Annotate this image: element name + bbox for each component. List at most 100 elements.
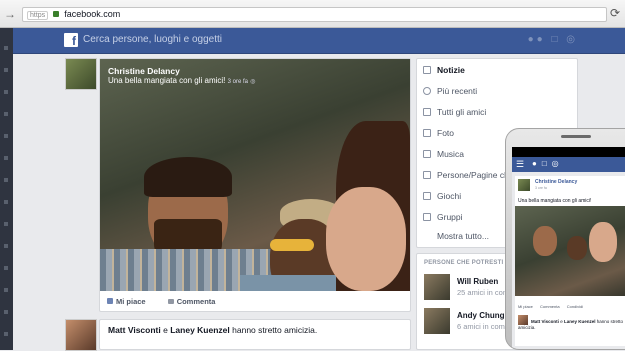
clock-icon	[423, 87, 431, 95]
sidebar-dot	[4, 310, 8, 314]
avatar[interactable]	[65, 58, 97, 90]
sidebar-dot	[4, 90, 8, 94]
mobile-friendship-story: Matt Visconti e Laney Kuenzel hanno stre…	[518, 315, 625, 331]
globe-icon[interactable]: ◎	[566, 34, 578, 45]
mobile-comment-button[interactable]: Commenta	[540, 304, 560, 309]
news-feed-post: Christine Delancy Una bella mangiata con…	[99, 58, 411, 312]
smartphone-mockup: ☰ ●□◎ Christine Delancy 3 ore fa Una bel…	[505, 128, 625, 350]
person-face	[589, 222, 617, 262]
comment-button[interactable]: Commenta	[167, 297, 226, 306]
post-message: Una bella mangiata con gli amici!	[108, 76, 226, 85]
friend-name[interactable]: Matt Visconti	[531, 319, 559, 324]
post-author[interactable]: Christine Delancy	[108, 66, 180, 76]
phone-speaker	[561, 135, 591, 138]
menu-icon[interactable]: ☰	[516, 159, 524, 170]
sidebar-dot	[4, 200, 8, 204]
sidebar-dot	[4, 46, 8, 50]
lock-icon	[52, 11, 59, 17]
story-text: hanno stretto amicizia.	[232, 325, 318, 335]
post-timestamp[interactable]: 3 ore fa	[228, 79, 248, 85]
friend-name[interactable]: Laney Kuenzel	[564, 319, 596, 324]
mobile-post: Christine Delancy 3 ore fa Una bella man…	[515, 176, 625, 346]
suggestion-photo[interactable]	[424, 308, 450, 334]
menu-item-label: Giochi	[437, 191, 462, 201]
friendship-story: Matt Visconti e Laney Kuenzel hanno stre…	[108, 325, 317, 335]
mobile-post-author[interactable]: Christine Delancy	[535, 179, 577, 185]
arrow-right-icon[interactable]: →	[4, 7, 16, 21]
phone-status-bar	[512, 147, 625, 157]
left-sidebar-strip	[0, 28, 13, 350]
mobile-like-button[interactable]: Mi piace	[518, 304, 533, 309]
header-icons: ●● □ ◎	[528, 34, 578, 45]
menu-item-label: Più recenti	[437, 86, 478, 96]
games-icon	[423, 192, 431, 200]
mobile-header: ☰ ●□◎	[512, 147, 625, 172]
comment-icon	[167, 299, 174, 304]
person-face	[326, 187, 406, 291]
mobile-post-text: Una bella mangiata con gli amici!	[518, 198, 592, 204]
news-icon	[423, 66, 431, 74]
avatar[interactable]	[518, 179, 530, 191]
menu-item-persone-pagine[interactable]: Persone/Pagine ch	[423, 170, 509, 180]
photo-icon	[423, 129, 431, 137]
menu-item-tutti-gli-amici[interactable]: Tutti gli amici	[423, 107, 486, 117]
facebook-logo[interactable]: f	[64, 33, 78, 48]
post-text: Una bella mangiata con gli amici! 3 ore …	[108, 76, 255, 85]
avatar[interactable]	[65, 319, 97, 351]
sidebar-dot	[4, 266, 8, 270]
menu-item-label: Persone/Pagine ch	[437, 170, 509, 180]
browser-toolbar: → https facebook.com ⟳	[0, 0, 625, 28]
menu-item-foto[interactable]: Foto	[423, 128, 454, 138]
music-icon	[423, 150, 431, 158]
sidebar-dot	[4, 112, 8, 116]
url-text: facebook.com	[64, 9, 121, 19]
phone-screen: ☰ ●□◎ Christine Delancy 3 ore fa Una bel…	[512, 147, 625, 349]
post-actions: Mi piace Commenta	[107, 297, 235, 306]
conjunction: e	[163, 325, 168, 335]
globe-icon: ◎	[250, 79, 256, 85]
mobile-post-timestamp: 3 ore fa	[535, 186, 547, 190]
protocol-badge: https	[27, 11, 49, 20]
sidebar-dot	[4, 134, 8, 138]
suggestion-name[interactable]: Andy Chung	[457, 311, 505, 320]
person-face	[533, 226, 557, 256]
news-feed-post: Matt Visconti e Laney Kuenzel hanno stre…	[99, 319, 411, 350]
menu-item-label: Tutti gli amici	[437, 107, 487, 117]
menu-item-label: Foto	[437, 128, 455, 138]
menu-item-notizie[interactable]: Notizie	[423, 65, 465, 75]
pages-icon	[423, 171, 431, 179]
menu-item-giochi[interactable]: Giochi	[423, 191, 461, 201]
person-face	[567, 236, 587, 260]
sidebar-dot	[4, 68, 8, 72]
mobile-post-actions: Mi piace Commenta Condividi	[518, 304, 589, 309]
post-photo[interactable]	[100, 59, 410, 291]
avatar	[518, 315, 528, 325]
suggestion-photo[interactable]	[424, 274, 450, 300]
friends-icon[interactable]: ●●	[528, 34, 546, 45]
menu-item-label: Notizie	[437, 65, 465, 75]
sunglasses	[270, 239, 314, 251]
person-hair	[144, 157, 232, 197]
mobile-header-icons: ●□◎	[532, 159, 564, 168]
mutual-friends[interactable]: 6 amici in comu	[457, 322, 509, 331]
address-bar[interactable]: https facebook.com	[22, 7, 607, 22]
menu-item-gruppi[interactable]: Gruppi	[423, 212, 463, 222]
friends-icon	[423, 108, 431, 116]
sidebar-dot	[4, 156, 8, 160]
friend-name[interactable]: Laney Kuenzel	[170, 325, 230, 335]
show-more-link[interactable]: Mostra tutto...	[437, 231, 489, 241]
conjunction: e	[560, 319, 563, 324]
friend-name[interactable]: Matt Visconti	[108, 325, 161, 335]
sidebar-dot	[4, 332, 8, 336]
menu-item-musica[interactable]: Musica	[423, 149, 464, 159]
suggestion-name[interactable]: Will Ruben	[457, 277, 498, 286]
menu-item-label: Musica	[437, 149, 464, 159]
like-button[interactable]: Mi piace	[107, 297, 156, 306]
mobile-share-button[interactable]: Condividi	[567, 304, 583, 309]
search-input[interactable]: Cerca persone, luoghi e oggetti	[83, 34, 222, 45]
menu-item-piu-recenti[interactable]: Più recenti	[423, 86, 477, 96]
messages-icon[interactable]: □	[551, 34, 560, 45]
mobile-post-photo[interactable]	[515, 206, 625, 296]
reload-icon[interactable]: ⟳	[610, 6, 620, 20]
sidebar-dot	[4, 288, 8, 292]
